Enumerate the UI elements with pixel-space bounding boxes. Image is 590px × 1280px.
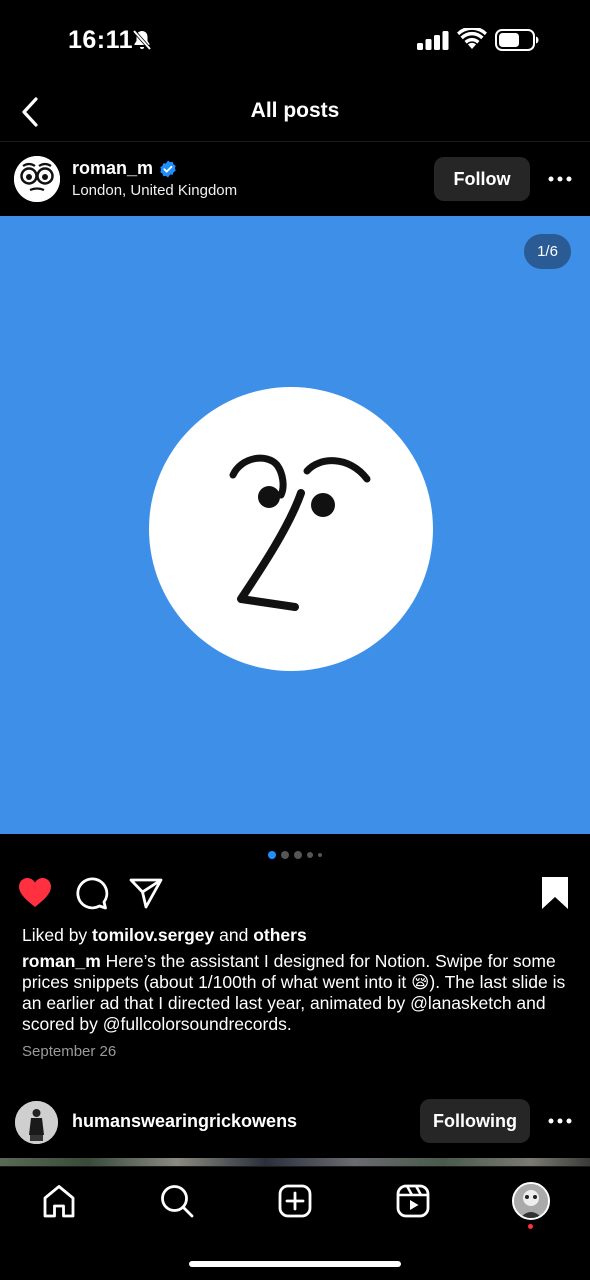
bell-off-icon — [132, 29, 152, 51]
wifi-icon — [457, 28, 487, 49]
avatar-person-image — [15, 1101, 58, 1144]
verified-badge-icon — [160, 160, 176, 177]
bookmark-icon[interactable] — [537, 875, 573, 911]
carousel-dot — [318, 853, 322, 857]
status-bar: 16:11 — [0, 0, 590, 80]
post-header: roman_m London, United Kingdom Follow — [0, 150, 590, 212]
battery-icon — [495, 29, 539, 51]
reels-icon[interactable] — [395, 1183, 431, 1219]
carousel-dot — [307, 852, 313, 858]
more-options-button[interactable] — [544, 1108, 576, 1134]
carousel-dot — [281, 851, 289, 859]
next-post-header: humanswearingrickowens Following — [0, 1098, 590, 1148]
follow-button[interactable]: Follow — [434, 157, 530, 201]
following-button[interactable]: Following — [420, 1099, 530, 1143]
share-icon[interactable] — [128, 875, 164, 911]
next-post-username[interactable]: humanswearingrickowens — [72, 1111, 297, 1132]
heart-icon[interactable] — [17, 875, 53, 911]
post-username[interactable]: roman_m — [72, 158, 153, 179]
notification-dot — [528, 1224, 533, 1229]
divider — [0, 141, 590, 142]
more-icon — [548, 1118, 572, 1124]
top-nav: All posts — [0, 82, 590, 142]
post-caption: roman_m Here’s the assistant I designed … — [22, 951, 574, 1035]
post-actions — [0, 872, 590, 914]
likes-prefix: Liked by — [22, 925, 93, 945]
search-icon[interactable] — [159, 1183, 195, 1219]
profile-avatar-image — [514, 1184, 548, 1218]
liked-by-user[interactable]: tomilov.sergey — [92, 925, 214, 945]
more-options-button[interactable] — [544, 166, 576, 192]
avatar[interactable] — [14, 156, 60, 202]
caption-text: Here’s the assistant I designed for Noti… — [22, 951, 566, 1034]
post-media[interactable]: 1/6 — [0, 216, 590, 834]
carousel-dots — [0, 851, 590, 859]
carousel-dot-active — [268, 851, 276, 859]
create-icon[interactable] — [277, 1183, 313, 1219]
avatar[interactable] — [15, 1101, 58, 1144]
status-time: 16:11 — [68, 26, 134, 54]
face-illustration — [149, 387, 433, 671]
page-title: All posts — [250, 99, 340, 122]
profile-tab-avatar[interactable] — [512, 1182, 550, 1220]
home-indicator — [189, 1261, 401, 1267]
avatar-face-image — [14, 156, 60, 202]
home-icon[interactable] — [41, 1183, 77, 1219]
likes-summary[interactable]: Liked by tomilov.sergey and others — [22, 925, 307, 946]
next-post-media[interactable] — [0, 1158, 590, 1166]
carousel-dot — [294, 851, 302, 859]
comment-icon[interactable] — [73, 875, 109, 911]
post-date: September 26 — [22, 1043, 117, 1060]
likes-mid: and — [214, 925, 254, 945]
more-icon — [548, 176, 572, 182]
liked-by-others[interactable]: others — [253, 925, 306, 945]
caption-username[interactable]: roman_m — [22, 951, 101, 971]
post-location[interactable]: London, United Kingdom — [72, 182, 237, 199]
username-row: roman_m — [72, 158, 177, 179]
signal-icon — [417, 31, 449, 50]
carousel-counter: 1/6 — [524, 234, 571, 269]
